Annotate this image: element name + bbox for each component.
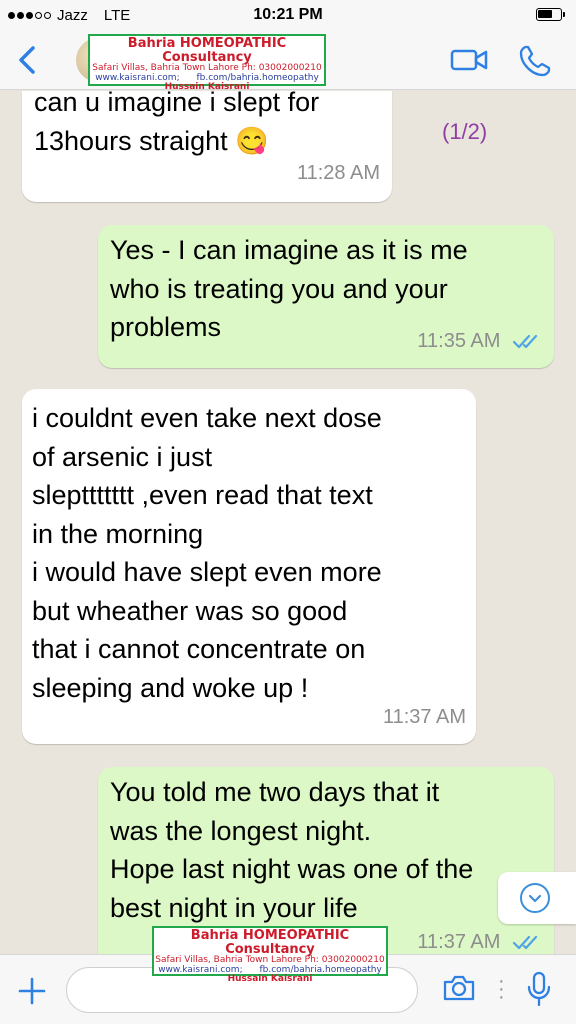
chevron-down-icon xyxy=(520,883,550,913)
phone-icon xyxy=(519,45,551,77)
camera-button[interactable] xyxy=(442,973,476,1008)
separator-dots: · · · xyxy=(498,970,505,1008)
message-time-wrap: 11:35 AM xyxy=(417,322,544,361)
plus-icon xyxy=(18,977,46,1005)
watermark-name: Hussain Kaisrani xyxy=(227,974,313,985)
battery-icon xyxy=(536,8,565,21)
voice-call-button[interactable] xyxy=(518,44,552,83)
message-time: 11:35 AM xyxy=(417,329,501,352)
video-call-button[interactable] xyxy=(450,44,490,81)
message-counter: (1/2) xyxy=(442,119,488,144)
double-check-icon xyxy=(512,936,538,950)
message-time: 11:28 AM xyxy=(296,161,380,184)
double-check-icon xyxy=(512,335,538,349)
watermark-banner: Bahria HOMEOPATHIC Consultancy Safari Vi… xyxy=(152,926,388,984)
message-time: 11:37 AM xyxy=(382,705,466,728)
watermark-banner: Bahria HOMEOPATHIC Consultancy Safari Vi… xyxy=(88,34,326,92)
message-time-wrap: 11:37 AM xyxy=(417,923,544,955)
chat-area[interactable]: can u imagine i slept for 13hours straig… xyxy=(0,91,576,954)
message-text: You told me two days that it was the lon… xyxy=(110,777,474,923)
voice-message-button[interactable] xyxy=(526,971,552,1012)
watermark-title: Bahria HOMEOPATHIC Consultancy xyxy=(190,928,350,957)
microphone-icon xyxy=(527,971,551,1007)
message-outgoing[interactable]: Yes - I can imagine as it is me who is t… xyxy=(98,225,554,368)
scroll-to-bottom-button[interactable] xyxy=(498,872,576,924)
watermark-name: Hussain Kaisrani xyxy=(164,82,250,93)
message-time: 11:37 AM xyxy=(417,930,501,953)
chevron-left-icon xyxy=(19,46,35,74)
back-button[interactable] xyxy=(14,44,40,76)
video-camera-icon xyxy=(450,49,488,71)
message-incoming[interactable]: can u imagine i slept for 13hours straig… xyxy=(22,91,392,202)
status-bar: Jazz LTE 10:21 PM xyxy=(0,0,576,30)
message-incoming[interactable]: i couldnt even take next dose of arsenic… xyxy=(22,389,476,744)
message-text: i couldnt even take next dose of arsenic… xyxy=(32,403,382,703)
camera-icon xyxy=(443,975,475,1001)
message-text: can u imagine i slept for 13hours straig… xyxy=(34,91,320,156)
watermark-title: Bahria HOMEOPATHIC Consultancy xyxy=(127,36,287,65)
attach-button[interactable] xyxy=(18,977,46,1010)
status-time: 10:21 PM xyxy=(253,6,323,23)
